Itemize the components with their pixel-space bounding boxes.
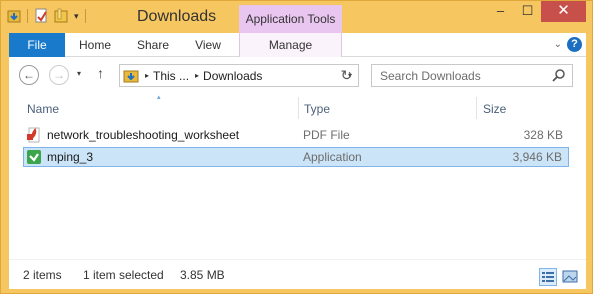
column-divider[interactable] [298, 97, 299, 119]
tab-view[interactable]: View [195, 33, 221, 57]
column-divider[interactable] [476, 97, 477, 119]
minimize-button[interactable]: – [487, 1, 514, 22]
sort-indicator-icon: ▴ [157, 94, 161, 101]
pdf-icon [26, 127, 42, 143]
contextual-tab-header: Application Tools [239, 5, 342, 33]
toolbar-divider [84, 9, 86, 23]
forward-button[interactable]: → [49, 65, 69, 85]
recent-locations-dropdown-icon[interactable]: ▾ [77, 69, 81, 78]
address-bar[interactable]: ▸ This ... ▸ Downloads ▾ [119, 64, 359, 87]
toolbar-divider [27, 9, 28, 23]
file-row-selected[interactable]: mping_3 Application 3,946 KB [23, 147, 569, 167]
file-size: 3,946 KB [512, 150, 562, 164]
breadcrumb-separator-icon[interactable]: ▸ [195, 71, 199, 80]
column-header-size[interactable]: Size [483, 99, 506, 119]
details-view-icon[interactable] [539, 268, 557, 286]
quick-access-toolbar: ▾ [7, 8, 86, 24]
search-box [371, 64, 573, 87]
item-count: 2 items [23, 268, 62, 282]
title-bar: ▾ Downloads Application Tools – ☐ ✕ [1, 1, 592, 33]
column-header-type[interactable]: Type [304, 99, 330, 119]
navigation-bar: ← → ▾ ↑ ▸ This ... ▸ Downloads ▾ ↻ [9, 57, 586, 93]
breadcrumb-this-pc[interactable]: This ... [153, 69, 189, 83]
up-folder-button[interactable]: ↑ [97, 65, 104, 81]
selection-count: 1 item selected [83, 268, 164, 282]
search-icon[interactable] [552, 68, 566, 82]
file-list-pane: ▴ Name Type Size network_troubleshooting… [9, 93, 586, 259]
file-row[interactable]: network_troubleshooting_worksheet PDF Fi… [23, 125, 569, 145]
properties-icon[interactable] [34, 8, 48, 24]
back-button[interactable]: ← [19, 65, 39, 85]
window-controls: – ☐ ✕ [487, 1, 586, 22]
file-name: mping_3 [47, 150, 94, 164]
explorer-window: ▾ Downloads Application Tools – ☐ ✕ File… [0, 0, 593, 294]
tab-file[interactable]: File [9, 33, 65, 57]
search-input[interactable] [372, 65, 542, 86]
refresh-button[interactable]: ↻ [335, 64, 359, 87]
window-title: Downloads [137, 8, 217, 25]
selection-size: 3.85 MB [180, 268, 225, 282]
breadcrumb-downloads[interactable]: Downloads [203, 69, 262, 83]
close-button[interactable]: ✕ [541, 1, 586, 22]
customize-toolbar-dropdown-icon[interactable]: ▾ [74, 11, 79, 22]
breadcrumb-separator-icon[interactable]: ▸ [145, 71, 149, 80]
tab-manage[interactable]: Manage [239, 33, 342, 57]
tab-home[interactable]: Home [79, 33, 111, 57]
help-icon[interactable]: ? [567, 37, 582, 52]
expand-ribbon-chevron-icon[interactable]: ⌄ [554, 39, 562, 50]
maximize-button[interactable]: ☐ [514, 1, 541, 22]
downloads-folder-icon [123, 69, 139, 83]
status-bar: 2 items 1 item selected 3.85 MB [9, 259, 586, 289]
column-header-name[interactable]: Name [27, 99, 59, 119]
file-type: Application [303, 150, 362, 164]
file-size: 328 KB [523, 128, 563, 142]
downloads-folder-icon[interactable] [7, 8, 21, 24]
file-type: PDF File [303, 128, 350, 142]
installer-icon [26, 149, 42, 165]
file-name: network_troubleshooting_worksheet [47, 128, 240, 142]
new-folder-icon[interactable] [54, 8, 68, 24]
tab-share[interactable]: Share [137, 33, 169, 57]
large-icons-view-icon[interactable] [561, 268, 579, 286]
ribbon-tab-bar: File Home Share View Manage ⌄ ? [9, 33, 586, 57]
